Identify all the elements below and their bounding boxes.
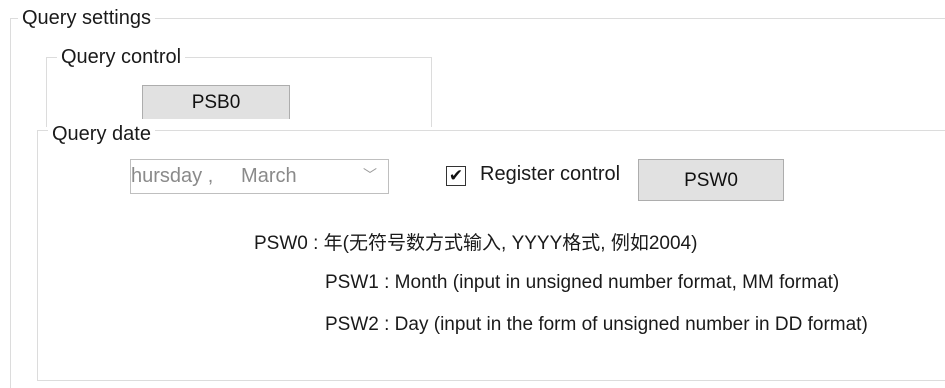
psb0-button[interactable]: PSB0 bbox=[142, 85, 290, 119]
register-control-label[interactable]: Register control bbox=[480, 163, 636, 186]
year-description: PSW0 : 年(无符号数方式输入, YYYY格式, 例如2004) bbox=[254, 233, 698, 254]
register-control-checkbox[interactable]: ✔ bbox=[446, 166, 466, 186]
month-description: PSW1 : Month (input in unsigned number f… bbox=[325, 272, 840, 293]
query-settings-title: Query settings bbox=[18, 6, 155, 30]
date-picker[interactable]: hursday , March ﹀ bbox=[130, 159, 389, 194]
chevron-down-icon[interactable]: ﹀ bbox=[363, 165, 377, 185]
psw0-button[interactable]: PSW0 bbox=[638, 159, 784, 201]
date-picker-value: hursday , March bbox=[131, 165, 297, 187]
query-date-title: Query date bbox=[48, 122, 155, 146]
query-control-title: Query control bbox=[57, 45, 186, 69]
day-description: PSW2 : Day (input in the form of unsigne… bbox=[325, 314, 868, 335]
